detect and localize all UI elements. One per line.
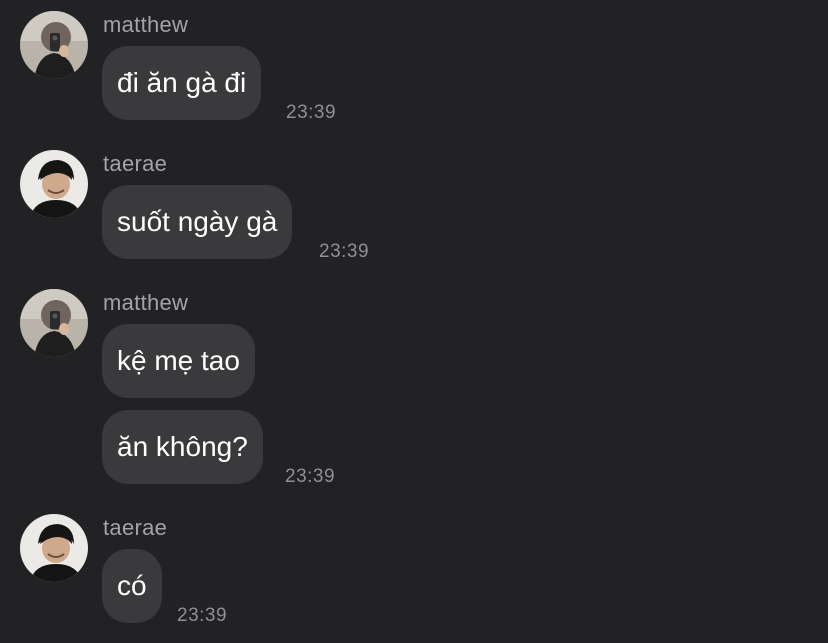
- sender-name: taerae: [103, 151, 168, 176]
- message-bubble[interactable]: ăn không?: [102, 410, 263, 484]
- avatar-matthew-icon[interactable]: [20, 11, 88, 79]
- sender-name: matthew: [103, 290, 189, 315]
- avatar-taerae-icon[interactable]: [20, 150, 88, 218]
- message-bubble[interactable]: kệ mẹ tao: [102, 324, 255, 398]
- message-timestamp: 23:39: [285, 466, 336, 487]
- avatar-taerae-icon[interactable]: [20, 514, 88, 582]
- message-timestamp: 23:39: [177, 605, 228, 626]
- message-bubble[interactable]: có: [102, 549, 162, 623]
- sender-name: taerae: [103, 515, 168, 540]
- message-timestamp: 23:39: [286, 102, 337, 123]
- chat-thread: matthew đi ăn gà đi 23:39 taerae suốt ng…: [0, 0, 828, 643]
- sender-name: matthew: [103, 12, 189, 37]
- avatar-matthew-icon[interactable]: [20, 289, 88, 357]
- message-bubble[interactable]: suốt ngày gà: [102, 185, 293, 259]
- message-timestamp: 23:39: [319, 241, 370, 262]
- message-bubble[interactable]: đi ăn gà đi: [102, 46, 262, 120]
